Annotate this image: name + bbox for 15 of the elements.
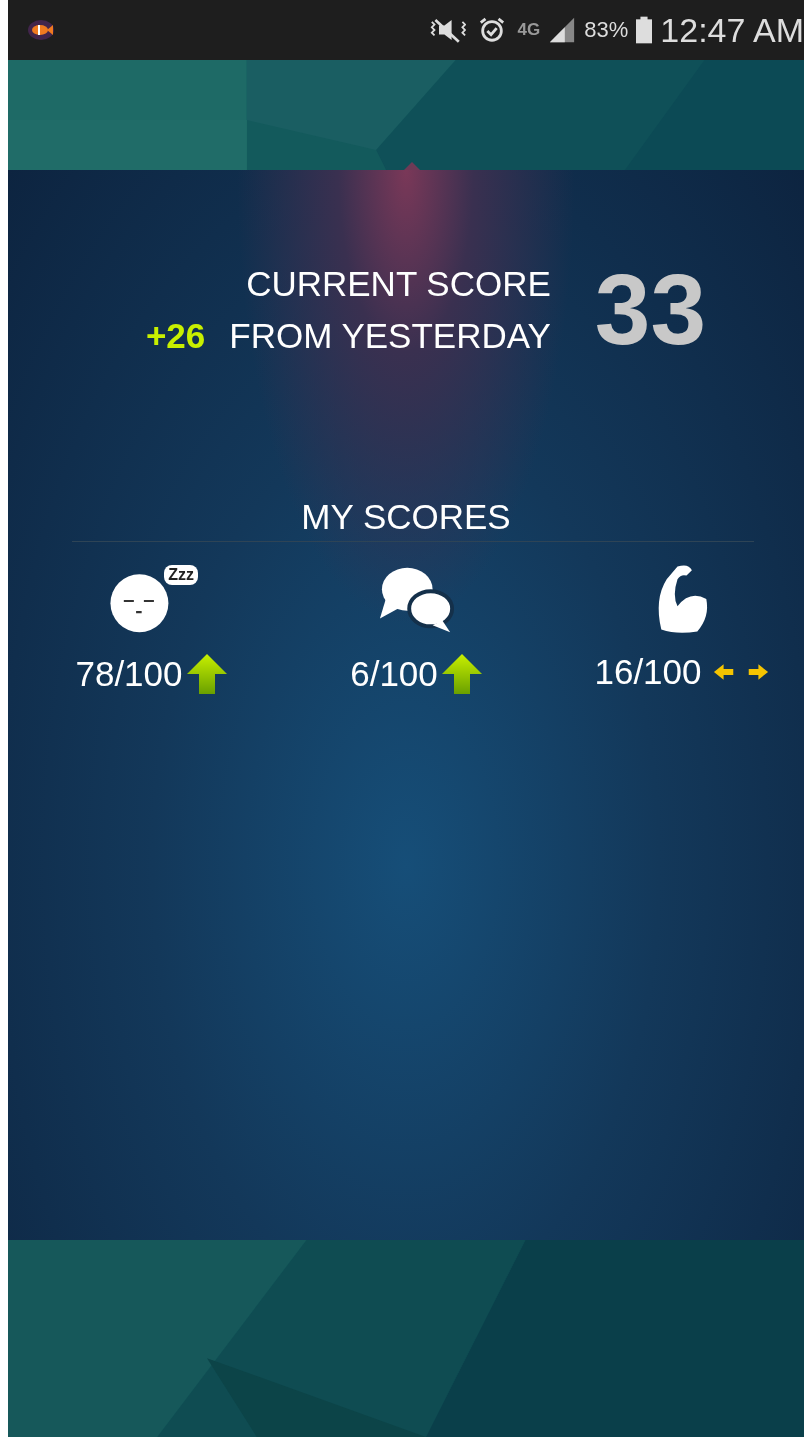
signal-icon: [548, 16, 577, 44]
current-score-label: CURRENT SCORE: [246, 263, 551, 304]
score-change: +26: [145, 315, 206, 356]
score-value: 78/100: [75, 654, 183, 694]
battery-icon: [636, 16, 653, 44]
battery-percent: 83%: [584, 17, 629, 43]
my-scores-title: MY SCORES: [300, 497, 512, 537]
fish-icon: [26, 18, 56, 42]
score-value: 6/100: [350, 654, 438, 694]
mute-icon: [429, 16, 466, 44]
score-value: 16/100: [594, 652, 702, 692]
current-score: 33: [594, 252, 707, 367]
change-label: FROM YESTERDAY: [229, 315, 551, 356]
clock: 12:47 AM: [660, 10, 804, 50]
network-type: 4G: [517, 20, 541, 40]
